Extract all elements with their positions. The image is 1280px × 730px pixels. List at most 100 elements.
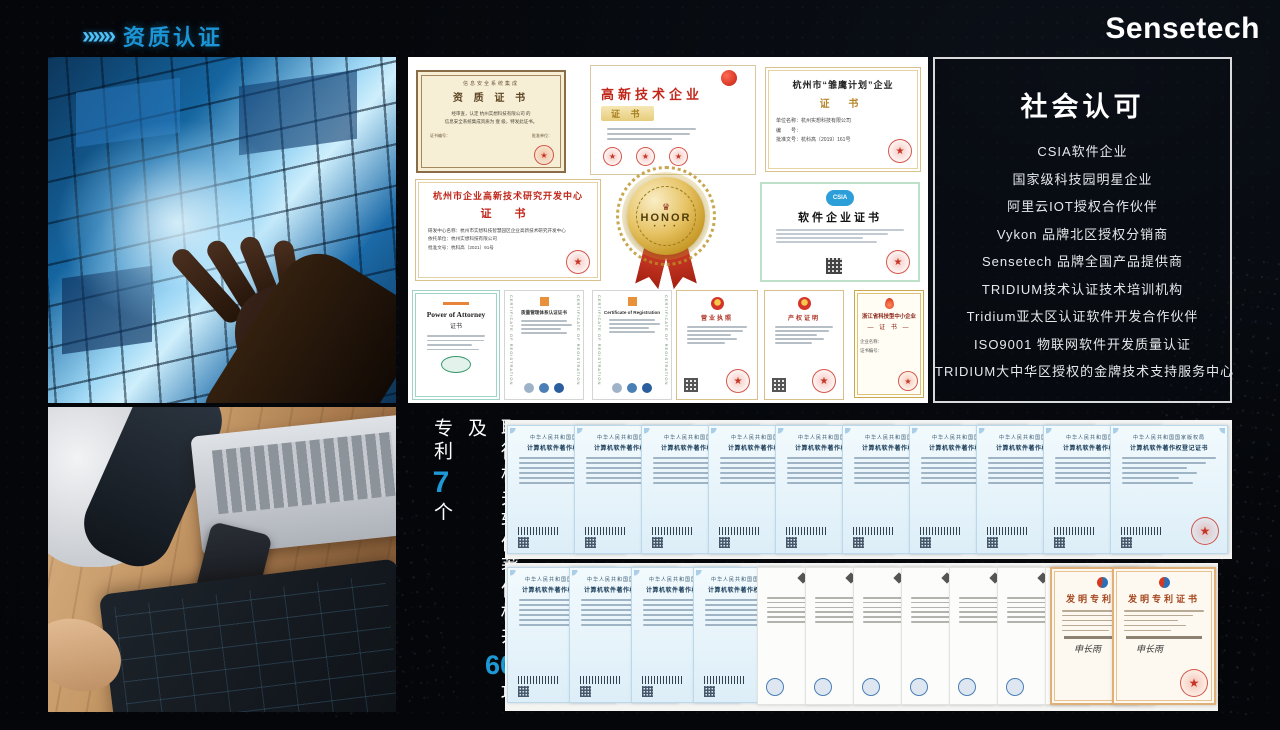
- iso-registration-certificate-en: CERTIFICATE OF REGISTRATION CERTIFICATE …: [592, 290, 672, 400]
- text-lines: [601, 319, 663, 333]
- qr-code: [1054, 537, 1065, 548]
- body-line: 单位名称：杭州实想科技有限公司: [776, 117, 910, 127]
- brand-logo: Sensetech: [1105, 12, 1260, 46]
- iso-registration-certificate-cn: CERTIFICATE OF REGISTRATION CERTIFICATE …: [504, 290, 584, 400]
- barcode: [585, 527, 627, 535]
- qr-code: [1121, 537, 1132, 548]
- csia-badge-icon: CSIA: [826, 190, 854, 206]
- certificate-subtitle: 证 书: [428, 205, 588, 221]
- recognition-item: 阿里云IOT授权合作伙伴: [935, 193, 1230, 221]
- qualification-certificate: 信息安全系统集成 资 质 证 书 经审查，认定 杭州实想科技有限公司 的 信息安…: [416, 70, 566, 173]
- side-text: CERTIFICATE OF REGISTRATION: [662, 295, 669, 395]
- text-lines: [421, 335, 491, 350]
- software-enterprise-certificate: CSIA 软件企业证书 ★: [760, 182, 920, 282]
- red-seal: ★: [636, 147, 655, 166]
- qr-code: [826, 258, 842, 274]
- laptop-keyboard: [212, 432, 396, 514]
- certificate-title: Certificate of Registration: [601, 310, 663, 315]
- medal-circle: ♛ HONOR • • •: [627, 177, 705, 255]
- page-title-text: 资质认证: [123, 20, 223, 52]
- tech-touchscreen-photo: [48, 57, 396, 403]
- certificate-authority: 中华人民共和国国家版权局: [1118, 434, 1220, 441]
- blue-stamp: [958, 678, 976, 696]
- copyright-certificates-row: 中华人民共和国国家版权局 计算机软件著作权登记证书 ★ 中华人民共和国国家版权局…: [505, 420, 1232, 559]
- text-lines: [601, 128, 702, 140]
- blue-stamp: [910, 678, 928, 696]
- qr-code: [786, 537, 797, 548]
- blue-stamp: [1006, 678, 1024, 696]
- side-text: CERTIFICATE OF REGISTRATION: [595, 295, 602, 395]
- body-line: 编 号：: [776, 127, 910, 137]
- qr-code: [719, 537, 730, 548]
- recognition-item: Sensetech 品牌全国产品提供商: [935, 248, 1230, 276]
- patent-certificates-row: 中华人民共和国国家版权局 计算机软件著作权登记证书 ★ 中华人民共和国国家版权局…: [505, 563, 1218, 711]
- zhejiang-sme-certificate: 浙江省科技型中小企业 — 证 书 — 企业名称： 证书编号： ★: [854, 290, 924, 398]
- certificate-title: 杭州市企业高新技术研究开发中心: [428, 189, 588, 202]
- red-seal: ★: [603, 147, 622, 166]
- body-line: 证书编号：: [860, 346, 918, 355]
- property-certificate: 产权证明 ★: [764, 290, 844, 400]
- barcode: [518, 676, 560, 684]
- certificate-subtitle: 证书: [421, 321, 491, 330]
- barcode: [642, 676, 684, 684]
- barcode: [920, 527, 962, 535]
- certificate-subtitle: 证 书: [776, 95, 910, 110]
- barcode: [1054, 527, 1096, 535]
- barcode: [719, 527, 761, 535]
- recognition-list: CSIA软件企业国家级科技园明星企业阿里云IOT授权合作伙伴Vykon 品牌北区…: [935, 138, 1230, 386]
- accreditation-logos: [593, 383, 671, 393]
- certificates-panel: 信息安全系统集成 资 质 证 书 经审查，认定 杭州实想科技有限公司 的 信息安…: [408, 57, 928, 403]
- eagle-plan-certificate: 杭州市“雏鹰计划”企业 证 书 单位名称：杭州实想科技有限公司 编 号： 批准文…: [765, 67, 921, 172]
- body-line: 研发中心名称：杭州市实想科技智慧园区企业高新技术研究开发中心: [428, 227, 588, 235]
- social-recognition-panel: 社会认可 CSIA软件企业国家级科技园明星企业阿里云IOT授权合作伙伴Vykon…: [933, 57, 1232, 403]
- divider: [1126, 636, 1202, 639]
- honor-medal: ♛ HONOR • • •: [616, 173, 716, 299]
- crest-icon: [628, 297, 637, 306]
- qr-code: [518, 686, 529, 697]
- rnd-center-certificate: 杭州市企业高新技术研究开发中心 证 书 研发中心名称：杭州市实想科技智慧园区企业…: [415, 179, 601, 281]
- text-lines: [1122, 610, 1206, 631]
- patent-count: 7: [433, 468, 450, 498]
- national-emblem-icon: [798, 297, 811, 310]
- innovation-patents-group: INNOVA INNOVA INNOVA INNOVA INNO: [757, 567, 1093, 705]
- blue-stamp: [862, 678, 880, 696]
- medal-dots: • • •: [654, 224, 679, 230]
- text-lines: [513, 320, 575, 334]
- qr-code: [518, 537, 529, 548]
- qr-code: [987, 537, 998, 548]
- caption-segment: 个: [431, 502, 452, 525]
- green-stamp: [441, 356, 471, 373]
- recognition-title: 社会认可: [935, 85, 1230, 124]
- certificate-body: 企业名称： 证书编号：: [860, 337, 918, 356]
- qr-code: [920, 537, 931, 548]
- copyright-certificates-group: 中华人民共和国国家版权局 计算机软件著作权登记证书 ★ 中华人民共和国国家版权局…: [507, 567, 755, 703]
- barcode: [580, 676, 622, 684]
- qr-code: [684, 378, 698, 392]
- flame-logo-icon: [885, 298, 894, 309]
- desk-workspace-photo: [48, 407, 396, 712]
- red-seal: ★: [726, 369, 750, 393]
- text-lines: [683, 326, 751, 344]
- certificate-title: 杭州市“雏鹰计划”企业: [776, 78, 910, 91]
- software-copyright-certificate: 中华人民共和国国家版权局 计算机软件著作权登记证书 ★: [1110, 425, 1228, 554]
- certificate-title: 软件企业证书: [772, 209, 908, 225]
- recognition-item: Tridium亚太区认证软件开发合作伙伴: [935, 303, 1230, 331]
- medal-label: HONOR: [641, 212, 692, 224]
- recognition-item: TRIDIUM大中华区授权的金牌技术支持服务中心: [935, 358, 1230, 386]
- certificate-title: 质量管理体系认证证书: [513, 310, 575, 316]
- recognition-item: 国家级科技园明星企业: [935, 166, 1230, 194]
- red-seal: ★: [886, 250, 910, 274]
- red-seal: ★: [812, 369, 836, 393]
- power-of-attorney-certificate: Power of Attorney 证书: [412, 290, 500, 400]
- tablet-blueprint: [114, 574, 396, 712]
- vertical-caption-left: 专利7个: [432, 418, 451, 716]
- body-line: 依托单位：杭州实想科技有限公司: [428, 235, 588, 243]
- red-star-seal: ★: [898, 371, 918, 391]
- certificate-title: Power of Attorney: [421, 310, 491, 319]
- medal-face: ♛ HONOR • • •: [636, 186, 696, 246]
- certificate-footer: 证书编号： 批准单位：: [426, 133, 556, 139]
- crown-icon: ♛: [662, 203, 670, 212]
- qr-code: [580, 686, 591, 697]
- crest-icon: [540, 297, 549, 306]
- certificate-title: 营业执照: [683, 313, 751, 322]
